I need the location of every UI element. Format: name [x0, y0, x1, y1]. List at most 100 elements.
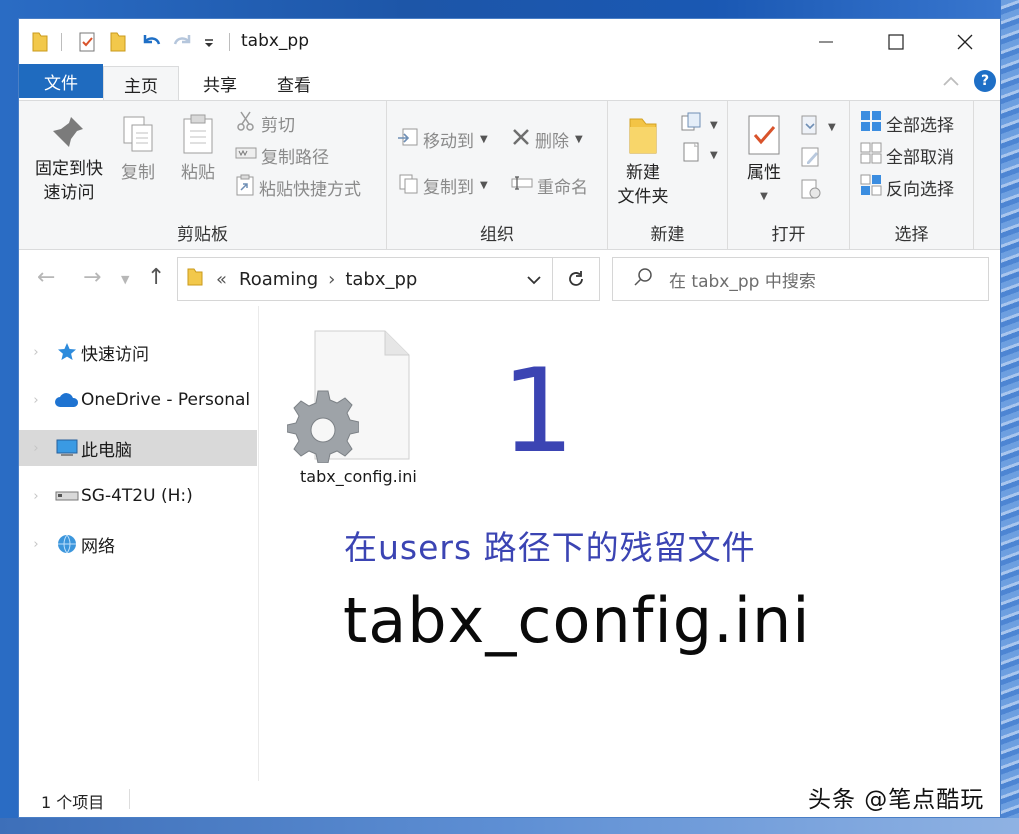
breadcrumb-separator: › [328, 268, 336, 290]
sidebar-item-drive-h[interactable]: › SG-4T2U (H:) [19, 478, 257, 514]
group-organize: 移动到 ▼ 复制到 ▼ 删除 ▼ 重命名 组织 [387, 101, 608, 249]
group-select: 全部选择 全部取消 反向选择 选择 [850, 101, 974, 249]
select-none-icon [860, 142, 882, 169]
undo-icon[interactable] [139, 31, 163, 57]
properties-check-icon[interactable] [77, 31, 99, 57]
group-clipboard: 固定到快 速访问 复制 粘贴 剪切 复制路径 粘贴快捷方式 剪贴板 [19, 101, 387, 249]
expand-chevron-icon[interactable]: › [19, 489, 53, 504]
pin-icon [51, 113, 87, 153]
maximize-icon [888, 33, 904, 50]
expand-chevron-icon[interactable]: › [19, 441, 53, 456]
history-button[interactable] [800, 177, 822, 205]
gear-icon [286, 387, 360, 467]
paste-shortcut-icon [235, 174, 255, 201]
sidebar-item-this-pc[interactable]: › 此电脑 [19, 430, 257, 466]
new-item-icon [680, 111, 704, 140]
folder-icon [31, 31, 49, 57]
edit-icon [800, 145, 822, 174]
address-bar[interactable]: « Roaming › tabx_pp [177, 257, 553, 301]
new-folder-quick-icon[interactable] [109, 31, 127, 57]
copy-to-icon [397, 172, 419, 199]
file-name-label: tabx_config.ini [300, 467, 417, 486]
select-all-button[interactable]: 全部选择 [860, 109, 954, 137]
sidebar-item-network[interactable]: › 网络 [19, 526, 257, 562]
easy-access-icon [680, 141, 704, 170]
expand-chevron-icon[interactable]: › [19, 537, 53, 552]
address-folder-icon [186, 267, 204, 292]
copy-to-button[interactable]: 复制到 ▼ [397, 171, 488, 199]
rename-button[interactable]: 重命名 [511, 171, 588, 199]
breadcrumb-roaming[interactable]: Roaming [239, 269, 318, 290]
collapse-ribbon-chevron-icon[interactable] [942, 72, 960, 91]
close-button[interactable] [930, 19, 1000, 64]
file-explorer-window: tabx_pp 文件 主页 共享 查看 ? 固定到快 速访问 复制 粘贴 剪切 … [18, 18, 1001, 818]
paste-shortcut-label: 粘贴快捷方式 [259, 179, 361, 200]
help-button[interactable]: ? [974, 70, 996, 92]
invert-selection-icon [860, 174, 882, 201]
up-arrow-icon[interactable]: ↑ [147, 265, 165, 290]
group-open-label: 打开 [771, 225, 806, 245]
new-folder-icon [626, 113, 660, 157]
scissors-icon [235, 110, 257, 137]
copy-button[interactable]: 复制 [115, 113, 161, 185]
properties-button[interactable]: 属性 ▼ [738, 113, 790, 209]
overlay-number: 1 [501, 344, 575, 479]
address-overflow[interactable]: « [216, 269, 227, 290]
minimize-button[interactable] [791, 19, 861, 64]
refresh-icon [569, 271, 583, 286]
address-history-chevron-icon[interactable] [526, 270, 542, 291]
breadcrumb-tabx-pp[interactable]: tabx_pp [345, 269, 417, 290]
properties-label: 属性 [747, 163, 781, 183]
copy-to-label: 复制到 [423, 177, 474, 198]
cut-button[interactable]: 剪切 [235, 109, 295, 137]
watermark: 头条 @笔点酷玩 [808, 787, 985, 813]
pin-to-quick-access-button[interactable]: 固定到快 速访问 [29, 113, 109, 205]
properties-icon [746, 113, 782, 157]
overlay-filename: tabx_config.ini [343, 584, 811, 657]
expand-chevron-icon[interactable]: › [19, 393, 53, 408]
navigation-bar: ← → ▼ ↑ « Roaming › tabx_pp 在 tabx_pp 中搜… [19, 251, 1000, 305]
tab-home[interactable]: 主页 [103, 66, 179, 102]
overlay-caption: 在users 路径下的残留文件 [344, 528, 756, 567]
recent-locations-chevron-icon[interactable]: ▼ [121, 273, 129, 286]
copy-label: 复制 [121, 163, 155, 183]
tab-share[interactable]: 共享 [185, 66, 255, 100]
maximize-button[interactable] [861, 19, 931, 64]
sidebar-item-label: 网络 [81, 536, 115, 557]
delete-dropdown-icon: ▼ [575, 133, 583, 145]
refresh-button[interactable] [553, 257, 600, 301]
delete-button[interactable]: 删除 ▼ [511, 125, 583, 153]
back-arrow-icon[interactable]: ← [37, 265, 55, 290]
paste-shortcut-button[interactable]: 粘贴快捷方式 [235, 173, 361, 201]
tab-view[interactable]: 查看 [259, 66, 329, 100]
desktop-edge-bottom [0, 818, 1019, 834]
new-folder-label-line2: 文件夹 [617, 187, 669, 207]
copy-path-button[interactable]: 复制路径 [235, 141, 329, 169]
title-separator [61, 33, 62, 51]
group-clipboard-label: 剪贴板 [177, 225, 228, 245]
new-item-button[interactable]: ▼ [680, 111, 718, 139]
customize-quick-access-chevron-icon[interactable] [203, 35, 215, 54]
sidebar-item-onedrive[interactable]: › OneDrive - Personal [19, 382, 257, 418]
sidebar-item-label: 快速访问 [81, 344, 149, 365]
easy-access-button[interactable]: ▼ [680, 141, 718, 169]
expand-chevron-icon[interactable]: › [19, 345, 53, 360]
move-to-button[interactable]: 移动到 ▼ [397, 125, 488, 153]
paste-button[interactable]: 粘贴 [175, 113, 221, 185]
invert-selection-button[interactable]: 反向选择 [860, 173, 954, 201]
select-none-button[interactable]: 全部取消 [860, 141, 954, 169]
tab-file[interactable]: 文件 [19, 64, 103, 98]
open-button[interactable]: ▼ [800, 113, 836, 141]
search-box[interactable]: 在 tabx_pp 中搜索 [612, 257, 989, 301]
new-folder-button[interactable]: 新建 文件夹 [612, 113, 674, 209]
new-item-dropdown-icon: ▼ [710, 119, 718, 131]
redo-icon[interactable] [171, 31, 195, 57]
usb-drive-icon [53, 489, 81, 503]
ribbon-tab-bar: 文件 主页 共享 查看 ? [19, 64, 1000, 102]
move-to-dropdown-icon: ▼ [480, 133, 488, 145]
easy-access-dropdown-icon: ▼ [710, 149, 718, 161]
sidebar-item-quick-access[interactable]: › 快速访问 [19, 334, 257, 370]
group-organize-label: 组织 [480, 225, 514, 245]
forward-arrow-icon[interactable]: → [83, 265, 101, 290]
edit-button[interactable] [800, 145, 822, 173]
